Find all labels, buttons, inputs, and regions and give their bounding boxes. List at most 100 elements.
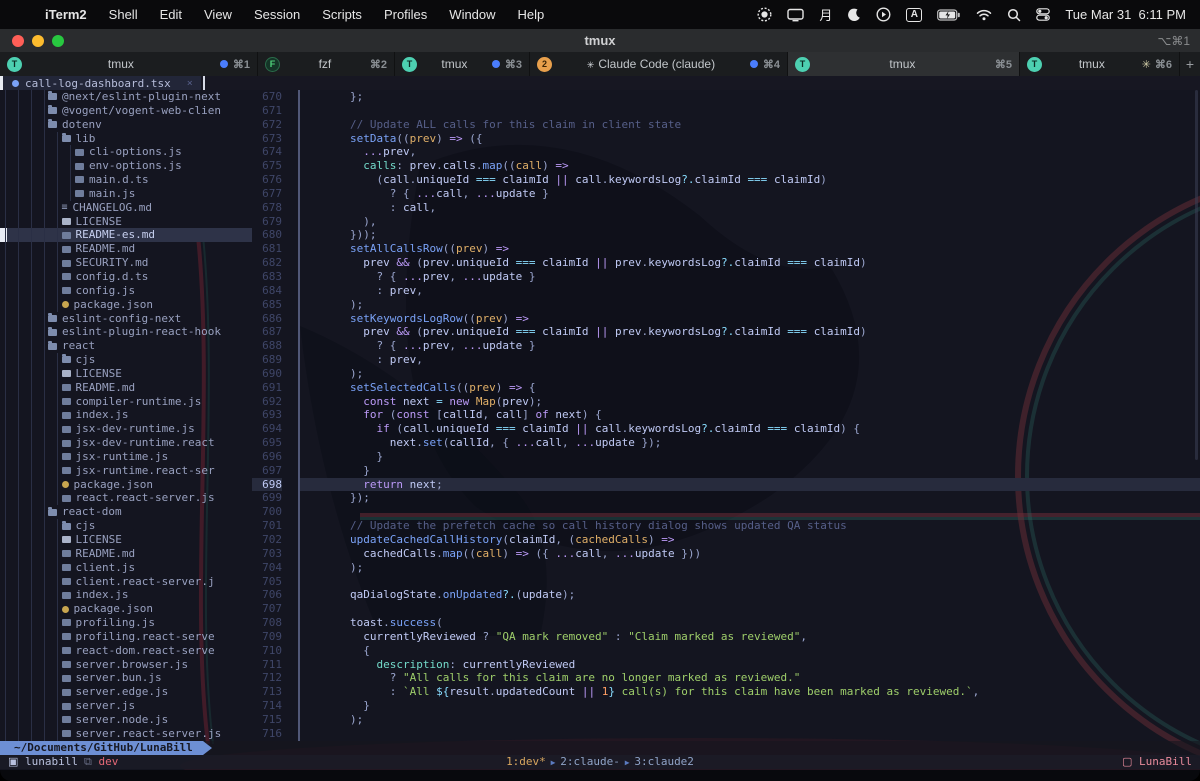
code-line[interactable]: } [300,464,1200,478]
tree-item-server.browser.js[interactable]: server.browser.js [0,658,252,672]
code-line[interactable]: ); [300,367,1200,381]
code-line[interactable] [300,104,1200,118]
code-line[interactable]: ); [300,713,1200,727]
code-line[interactable]: }; [300,90,1200,104]
code-line[interactable]: return next; [300,478,1200,492]
code-line[interactable]: cachedCalls.map((call) => ({ ...call, ..… [300,547,1200,561]
tree-item-server.bun.js[interactable]: server.bun.js [0,671,252,685]
code-line[interactable]: (call.uniqueId === claimId || call.keywo… [300,173,1200,187]
code-line[interactable]: })); [300,228,1200,242]
tree-item-jsx-runtime.js[interactable]: jsx-runtime.js [0,450,252,464]
code-line[interactable]: } [300,699,1200,713]
buffer-close-icon[interactable]: × [187,78,193,89]
search-icon[interactable] [1007,8,1021,22]
tree-item-config.d.ts[interactable]: config.d.ts [0,270,252,284]
tree-item-CHANGELOG.md[interactable]: ≡CHANGELOG.md [0,201,252,215]
tree-item-react-dom.react-serve[interactable]: react-dom.react-serve [0,644,252,658]
code-line[interactable] [300,727,1200,741]
code-line[interactable]: for (const [callId, call] of next) { [300,408,1200,422]
tree-item-README.md[interactable]: README.md [0,381,252,395]
tree-item-README.md[interactable]: README.md [0,242,252,256]
tree-item-client.react-server.j[interactable]: client.react-server.j [0,575,252,589]
tree-item-react[interactable]: react [0,339,252,353]
keyboard-layout-icon[interactable]: A [906,8,922,22]
tab-6-tmux[interactable]: Ttmux✳⌘6 [1020,52,1180,76]
code-line[interactable]: const next = new Map(prev); [300,395,1200,409]
code-line[interactable] [300,505,1200,519]
tree-item-eslint-config-next[interactable]: eslint-config-next [0,312,252,326]
code-line[interactable]: : prev, [300,353,1200,367]
tree-item-dotenv[interactable]: dotenv [0,118,252,132]
tree-item-jsx-dev-runtime.react[interactable]: jsx-dev-runtime.react [0,436,252,450]
code-line[interactable]: calls: prev.calls.map((call) => [300,159,1200,173]
control-center-icon[interactable] [1036,8,1050,21]
code-line[interactable] [300,602,1200,616]
tree-item-index.js[interactable]: index.js [0,588,252,602]
display-icon[interactable] [787,8,804,22]
tmux-window-2-claude-[interactable]: 2:claude- [560,755,620,768]
tree-item-README.md[interactable]: README.md [0,547,252,561]
tree-item-package.json[interactable]: package.json [0,602,252,616]
tree-item-server.react-server.js[interactable]: server.react-server.js [0,727,252,741]
code-line[interactable]: ); [300,298,1200,312]
tmux-window-3-claude2[interactable]: 3:claude2 [634,755,694,768]
code-line[interactable]: setSelectedCalls((prev) => { [300,381,1200,395]
moon-icon[interactable] [847,8,861,22]
code-line[interactable]: currentlyReviewed ? "QA mark removed" : … [300,630,1200,644]
tab-1-tmux[interactable]: Ttmux⌘1 [0,52,258,76]
tree-item-client.js[interactable]: client.js [0,561,252,575]
code-line[interactable]: // Update the prefetch cache so call his… [300,519,1200,533]
menu-item-shell[interactable]: Shell [98,7,149,22]
tab-5-tmux[interactable]: Ttmux⌘5 [788,52,1020,76]
code-line[interactable]: next.set(callId, { ...call, ...update })… [300,436,1200,450]
tree-item-server.edge.js[interactable]: server.edge.js [0,685,252,699]
menu-item-window[interactable]: Window [438,7,506,22]
menu-item-scripts[interactable]: Scripts [311,7,373,22]
code-line[interactable] [300,575,1200,589]
tab-2-fzf[interactable]: Ffzf⌘2 [258,52,395,76]
code-line[interactable]: { [300,644,1200,658]
menu-item-profiles[interactable]: Profiles [373,7,438,22]
code-line[interactable]: setAllCallsRow((prev) => [300,242,1200,256]
code-line[interactable]: prev && (prev.uniqueId === claimId || pr… [300,256,1200,270]
tab-3-tmux[interactable]: Ttmux⌘3 [395,52,530,76]
code-line[interactable]: }); [300,491,1200,505]
tree-item-server.js[interactable]: server.js [0,699,252,713]
code-line[interactable]: : call, [300,201,1200,215]
buffer-tab[interactable]: call-log-dashboard.tsx × [3,76,201,90]
tree-item-cjs[interactable]: cjs [0,519,252,533]
tree-item-profiling.js[interactable]: profiling.js [0,616,252,630]
tree-item-server.node.js[interactable]: server.node.js [0,713,252,727]
tree-item-@next-eslint-plugin-next[interactable]: @next/eslint-plugin-next [0,90,252,104]
tree-item-react.react-server.js[interactable]: react.react-server.js [0,491,252,505]
code-line[interactable]: } [300,450,1200,464]
code-line[interactable]: ...prev, [300,145,1200,159]
tree-item-eslint-plugin-react-hook[interactable]: eslint-plugin-react-hook [0,325,252,339]
tree-item-env-options.js[interactable]: env-options.js [0,159,252,173]
tree-item-@vogent-vogent-web-clien[interactable]: @vogent/vogent-web-clien [0,104,252,118]
menu-bar-clock[interactable]: Tue Mar 31 6:11 PM [1065,7,1186,22]
tree-item-README-es.md[interactable]: README-es.md [0,228,252,242]
input-source-icon[interactable]: 月 [819,5,832,24]
code-line[interactable]: if (call.uniqueId === claimId || call.ke… [300,422,1200,436]
tree-item-compiler-runtime.js[interactable]: compiler-runtime.js [0,395,252,409]
menu-item-session[interactable]: Session [243,7,311,22]
tree-item-LICENSE[interactable]: LICENSE [0,367,252,381]
code-line[interactable]: updateCachedCallHistory(claimId, (cached… [300,533,1200,547]
new-tab-button[interactable]: + [1180,52,1200,76]
tab-4-claude-code-claude-[interactable]: 2✳Claude Code (claude)⌘4 [530,52,788,76]
menu-app-name[interactable]: iTerm2 [34,7,98,22]
tree-item-react-dom[interactable]: react-dom [0,505,252,519]
code-line[interactable]: ); [300,561,1200,575]
menu-item-edit[interactable]: Edit [149,7,193,22]
battery-icon[interactable] [937,9,961,21]
tree-item-SECURITY.md[interactable]: SECURITY.md [0,256,252,270]
code-line[interactable]: : `All ${result.updatedCount || 1} call(… [300,685,1200,699]
tree-item-lib[interactable]: lib [0,132,252,146]
code-line[interactable]: ? { ...prev, ...update } [300,339,1200,353]
tree-item-index.js[interactable]: index.js [0,408,252,422]
tree-item-cjs[interactable]: cjs [0,353,252,367]
wifi-icon[interactable] [976,9,992,21]
code-line[interactable]: ? { ...call, ...update } [300,187,1200,201]
menu-item-view[interactable]: View [193,7,243,22]
